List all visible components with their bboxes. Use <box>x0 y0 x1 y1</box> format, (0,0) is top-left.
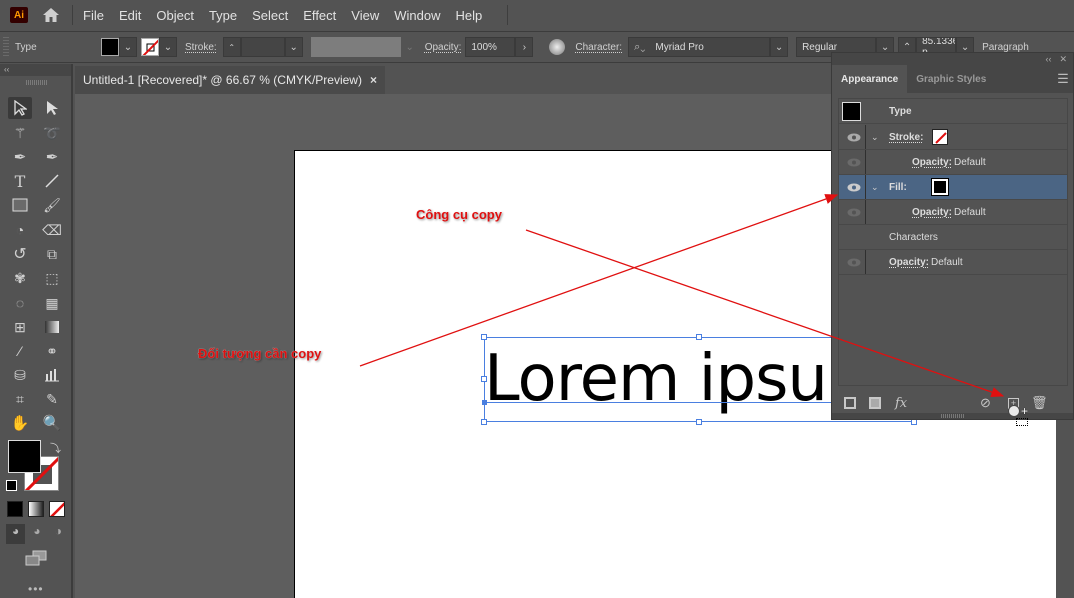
annotation-overlay <box>359 194 1005 398</box>
annotation-tool-label: Công cụ copy <box>416 207 502 222</box>
annotation-object-label: Đối tượng cần copy <box>198 346 322 361</box>
arrow-to-duplicate-button <box>525 229 1005 398</box>
fill-color-swatch[interactable] <box>8 440 41 473</box>
